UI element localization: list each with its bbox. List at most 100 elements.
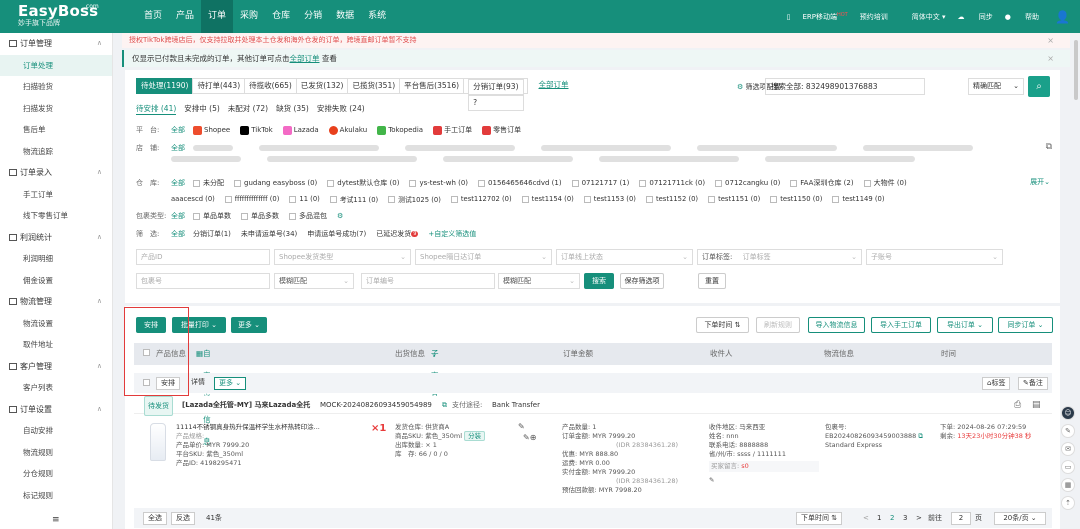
sidebar-item-offline-retail[interactable]: 线下零售订单 bbox=[0, 205, 112, 227]
custom-filter-link[interactable]: +自定义筛选值 bbox=[428, 229, 476, 239]
warehouse-option[interactable]: 07121711ck (0) bbox=[639, 179, 705, 187]
warehouse-option[interactable]: 未分配 bbox=[193, 178, 224, 188]
order-note-button[interactable]: ✎备注 bbox=[1018, 377, 1048, 390]
sidebar-item-tag-rules[interactable]: 标记规则 bbox=[0, 485, 112, 507]
warehouse-option[interactable]: ffffffffffffff (0) bbox=[224, 195, 279, 203]
nav-warehouse[interactable]: 仓库 bbox=[265, 0, 297, 33]
order-more-button[interactable]: 更多 ⌄ bbox=[214, 377, 247, 390]
warehouse-option[interactable]: dytest默认仓库 (0) bbox=[327, 178, 399, 188]
tab-to-collect[interactable]: 待揽收(665) bbox=[244, 78, 297, 94]
export-orders-button[interactable]: 导出订单 ⌄ bbox=[937, 317, 993, 333]
subtab-arranging[interactable]: 安排中 (5) bbox=[184, 103, 220, 115]
platform-manual[interactable]: 手工订单 bbox=[433, 125, 472, 135]
sidebar-item-tracking[interactable]: 物流追踪 bbox=[0, 141, 112, 163]
nav-product[interactable]: 产品 bbox=[169, 0, 201, 33]
blurred-shop[interactable] bbox=[193, 145, 233, 151]
sidebar-item-profit-detail[interactable]: 利润明细 bbox=[0, 248, 112, 270]
clipboard-icon[interactable]: ▤ bbox=[1032, 396, 1041, 414]
screen-option[interactable]: 申请运单号成功(7) bbox=[307, 229, 366, 239]
expand-link[interactable]: 展开⌄ bbox=[1030, 177, 1050, 187]
warehouse-option[interactable]: test1150 (0) bbox=[770, 195, 822, 203]
col-custom[interactable]: ▦自定义信息 bbox=[196, 343, 211, 446]
nav-system[interactable]: 系统 bbox=[361, 0, 393, 33]
sidebar-item-logistics-settings[interactable]: 物流设置 bbox=[0, 313, 112, 335]
col-sub-goods[interactable]: 子商品 ⌄ bbox=[431, 343, 439, 402]
more-actions-button[interactable]: 更多 ⌄ bbox=[231, 317, 267, 333]
platform-retail[interactable]: 零售订单 bbox=[482, 125, 521, 135]
online-status-select[interactable]: 订单线上状态 ⌄ bbox=[556, 249, 693, 265]
all-orders-link[interactable]: 全部订单 bbox=[534, 78, 573, 94]
page-number-input[interactable]: 2 bbox=[951, 512, 971, 525]
platform-all[interactable]: 全部 bbox=[171, 125, 185, 135]
qr-code-icon[interactable]: ▦ bbox=[1061, 478, 1075, 492]
sidebar-item-scan-check[interactable]: 扫描验货 bbox=[0, 76, 112, 98]
order-match-select[interactable]: 模糊匹配 ⌄ bbox=[498, 273, 580, 289]
subtab-to-arrange[interactable]: 待安排 (41) bbox=[136, 103, 177, 115]
scroll-top-icon[interactable]: ⇡ bbox=[1061, 496, 1075, 510]
warehouse-option[interactable]: test112702 (0) bbox=[450, 195, 512, 203]
page-3[interactable]: 3 bbox=[903, 512, 907, 525]
nav-home[interactable]: 首页 bbox=[137, 0, 169, 33]
search-button[interactable]: ⌕ bbox=[1028, 76, 1050, 97]
sidebar-group-logistics[interactable]: 物流管理 ∧ bbox=[0, 291, 112, 313]
sidebar-group-profit[interactable]: 利润统计 ∧ bbox=[0, 227, 112, 249]
platform-akulaku[interactable]: Akulaku bbox=[328, 125, 367, 135]
blurred-shop[interactable] bbox=[697, 145, 837, 151]
sync-orders-button[interactable]: 同步订单 ⌄ bbox=[998, 317, 1053, 333]
warehouse-option[interactable]: FAA深圳仓库 (2) bbox=[790, 178, 854, 188]
warehouse-option[interactable]: test1149 (0) bbox=[832, 195, 885, 203]
nav-distribution[interactable]: 分销 bbox=[297, 0, 329, 33]
feedback-icon[interactable]: ✎ bbox=[1061, 424, 1075, 438]
help-link[interactable]: ● 帮助 bbox=[1005, 12, 1039, 22]
warehouse-option[interactable]: 考试111 (0) bbox=[329, 194, 378, 204]
nav-order[interactable]: 订单 bbox=[201, 0, 234, 33]
gear-icon[interactable]: ⚙ bbox=[337, 212, 343, 220]
page-1[interactable]: 1 bbox=[877, 512, 881, 525]
sidebar-item-commission[interactable]: 佣金设置 bbox=[0, 270, 112, 292]
save-filter-button[interactable]: 保存筛选项 bbox=[620, 273, 664, 289]
package-all[interactable]: 全部 bbox=[171, 211, 185, 221]
nav-purchase[interactable]: 采购 bbox=[233, 0, 265, 33]
sidebar-item-warehouse-rules[interactable]: 分仓规则 bbox=[0, 463, 112, 485]
copy-icon[interactable]: ⧉ bbox=[918, 432, 923, 440]
warehouse-option[interactable]: 07121717 (1) bbox=[571, 179, 629, 187]
blurred-shop[interactable] bbox=[541, 145, 671, 151]
sidebar-item-order-process[interactable]: 订单处理 bbox=[0, 54, 112, 76]
warehouse-option[interactable]: test1151 (0) bbox=[708, 195, 760, 203]
subtab-out-of-stock[interactable]: 缺货 (35) bbox=[276, 103, 309, 115]
screen-option[interactable]: 分销订单(1) bbox=[193, 229, 231, 239]
blurred-shop[interactable] bbox=[267, 156, 417, 162]
tab-shipped[interactable]: 已发货(132) bbox=[295, 78, 349, 94]
subtab-arrange-failed[interactable]: 安排失败 (24) bbox=[317, 103, 373, 115]
blurred-shop[interactable] bbox=[405, 145, 515, 151]
close-icon[interactable]: × bbox=[1047, 50, 1054, 67]
platform-shopee[interactable]: Shopee bbox=[193, 125, 230, 135]
printer-icon[interactable]: ⎙ bbox=[1014, 396, 1021, 414]
next-page-button[interactable]: > bbox=[916, 512, 922, 525]
product-id-input[interactable]: 产品ID bbox=[136, 249, 270, 265]
order-tag-button[interactable]: ⌂标签 bbox=[982, 377, 1011, 390]
warehouse-option[interactable]: 大物件 (0) bbox=[863, 178, 907, 188]
tab-distribution[interactable]: 分销订单(93) ? bbox=[463, 78, 528, 111]
import-manual-button[interactable]: 导入手工订单 bbox=[871, 317, 931, 333]
screen-option-delayed[interactable]: 已延迟发货 9 bbox=[376, 229, 419, 239]
package-no-input[interactable]: 包裹号 bbox=[136, 273, 270, 289]
warehouse-option[interactable]: ys-test-wh (0) bbox=[409, 179, 468, 187]
chat-icon[interactable]: ✉ bbox=[1061, 442, 1075, 456]
blurred-shop[interactable] bbox=[599, 156, 739, 162]
copy-icon[interactable]: ⧉ bbox=[1046, 142, 1052, 152]
screen-option[interactable]: 未申请运单号(34) bbox=[241, 229, 297, 239]
screen-all[interactable]: 全部 bbox=[171, 229, 185, 239]
warehouse-option[interactable]: test1154 (0) bbox=[521, 195, 574, 203]
erp-mobile-link[interactable]: ▯ ERP移动端HOT bbox=[787, 12, 848, 22]
warehouse-option[interactable]: 测试1025 (0) bbox=[388, 194, 441, 204]
shop-all[interactable]: 全部 bbox=[171, 143, 185, 153]
sidebar-item-logistics-rules[interactable]: 物流规则 bbox=[0, 442, 112, 464]
product-name[interactable]: 11114不锈钢真身热升保温杯学生水杯热转印涂... bbox=[176, 423, 361, 432]
scrollbar[interactable] bbox=[1074, 40, 1078, 100]
match-mode-select[interactable]: 精确匹配 ⌄ bbox=[968, 78, 1024, 95]
reset-button[interactable]: 重置 bbox=[698, 273, 726, 289]
blurred-shop[interactable] bbox=[765, 156, 915, 162]
blurred-shop[interactable] bbox=[863, 145, 973, 151]
edit-icon[interactable]: ✎ bbox=[518, 422, 525, 431]
